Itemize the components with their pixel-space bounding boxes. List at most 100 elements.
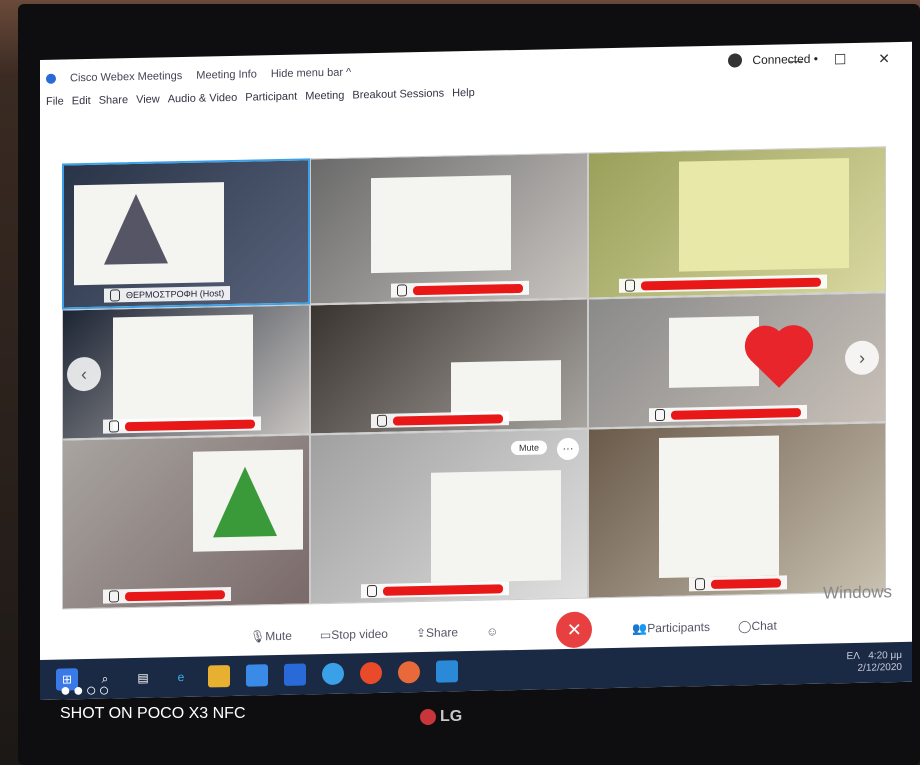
- chrome-icon[interactable]: [360, 661, 382, 685]
- redacted-name: [671, 407, 801, 420]
- mic-icon: [377, 414, 387, 427]
- leave-meeting-button[interactable]: ✕: [556, 611, 593, 649]
- drawing-paper: [431, 470, 561, 583]
- menu-file[interactable]: File: [46, 96, 64, 108]
- video-tile[interactable]: [62, 434, 310, 610]
- video-tile[interactable]: [588, 146, 886, 299]
- redacted-name: [711, 577, 781, 589]
- redacted-name: [383, 583, 503, 596]
- video-tile[interactable]: ‹: [62, 304, 310, 440]
- lg-logo: LG: [420, 708, 462, 726]
- redacted-name: [125, 589, 225, 601]
- participant-name-bar: [391, 280, 529, 298]
- next-page-arrow[interactable]: ›: [845, 340, 879, 376]
- redacted-name: [125, 418, 255, 431]
- menu-meeting[interactable]: Meeting: [305, 90, 344, 103]
- video-tile[interactable]: [310, 298, 588, 435]
- menu-bar: File Edit Share View Audio & Video Parti…: [46, 87, 483, 108]
- menu-share[interactable]: Share: [99, 94, 128, 107]
- redacted-name: [641, 277, 821, 290]
- window-controls[interactable]: — ☐ ✕: [788, 50, 904, 69]
- participant-name-bar: [689, 575, 787, 592]
- webex-logo-icon: [46, 73, 56, 84]
- photo-credit: SHOT ON POCO X3 NFC: [60, 705, 246, 722]
- menu-edit[interactable]: Edit: [72, 95, 91, 107]
- system-tray[interactable]: ΕΛ 4:20 μμ 2/12/2020: [847, 650, 902, 675]
- drawing-paper: [679, 158, 849, 272]
- mic-icon: [109, 420, 119, 433]
- mic-icon: [109, 590, 119, 603]
- store-icon[interactable]: [246, 664, 268, 687]
- drawing-paper: [371, 175, 511, 274]
- mute-button[interactable]: 🎙 Mute: [250, 629, 292, 644]
- tile-mute-button[interactable]: Mute: [510, 440, 547, 456]
- chat-bubble-icon: ◯: [738, 619, 752, 634]
- menu-audio-video[interactable]: Audio & Video: [168, 92, 238, 105]
- clock-time: 4:20 μμ: [868, 649, 902, 662]
- participant-name-bar: [103, 586, 231, 604]
- clock-date: 2/12/2020: [857, 661, 903, 674]
- windows-watermark: Windows: [823, 582, 892, 603]
- chat-label: Chat: [751, 618, 777, 634]
- app-icon[interactable]: [436, 660, 458, 683]
- smiley-icon: ☺: [486, 624, 499, 639]
- app-title: Cisco Webex Meetings: [70, 70, 183, 85]
- mic-icon: [695, 578, 705, 591]
- participant-name-bar: [361, 581, 509, 599]
- participant-name-bar: [371, 411, 509, 429]
- drawn-tree: [104, 193, 168, 265]
- video-grid: ΘΕΡΜΟΣΤΡΟΦΗ (Host) ‹ › Mute ···: [62, 146, 886, 610]
- firefox-icon[interactable]: [398, 661, 420, 684]
- prev-page-arrow[interactable]: ‹: [67, 356, 101, 392]
- video-tile[interactable]: Mute ···: [310, 428, 588, 605]
- mute-label: Mute: [265, 628, 292, 644]
- webex-taskbar-icon[interactable]: [322, 662, 344, 686]
- photo-watermark: ●●○○ SHOT ON POCO X3 NFC: [60, 680, 246, 723]
- mic-icon: [625, 279, 635, 292]
- mail-icon[interactable]: [284, 663, 306, 686]
- menu-breakout[interactable]: Breakout Sessions: [352, 88, 444, 102]
- participant-name-bar: [619, 274, 827, 293]
- heart-reaction-icon: [750, 331, 808, 388]
- language-indicator: ΕΛ: [846, 650, 860, 663]
- hide-menu-button[interactable]: Hide menu bar ^: [271, 66, 351, 80]
- meeting-info-button[interactable]: Meeting Info: [196, 68, 257, 81]
- webex-screen: Cisco Webex Meetings Meeting Info Hide m…: [40, 41, 912, 701]
- redacted-name: [393, 413, 503, 426]
- menu-help[interactable]: Help: [452, 87, 475, 99]
- mic-icon: [397, 284, 407, 297]
- menu-participant[interactable]: Participant: [245, 91, 297, 104]
- drawing-paper: [113, 314, 253, 430]
- mic-icon: [367, 584, 377, 598]
- video-tile[interactable]: [310, 152, 588, 305]
- participants-button[interactable]: 👥 Participants: [632, 620, 710, 636]
- stop-video-label: Stop video: [331, 626, 388, 642]
- video-tile[interactable]: [588, 422, 886, 599]
- video-tile[interactable]: ›: [588, 292, 886, 429]
- share-label: Share: [426, 625, 459, 640]
- participants-label: Participants: [647, 619, 710, 636]
- mic-icon: [110, 289, 120, 302]
- camera-icon: ▭: [319, 627, 332, 643]
- reactions-button[interactable]: ☺: [486, 624, 498, 638]
- chat-button[interactable]: ◯ Chat: [738, 619, 777, 634]
- mic-icon: 🎙: [250, 629, 266, 644]
- lg-logo-icon: [420, 708, 436, 725]
- drawing-paper: [659, 435, 779, 579]
- participant-name: ΘΕΡΜΟΣΤΡΟΦΗ (Host): [126, 288, 225, 301]
- participant-name-bar: ΘΕΡΜΟΣΤΡΟΦΗ (Host): [104, 286, 231, 303]
- stop-video-button[interactable]: ▭ Stop video: [320, 627, 388, 642]
- more-options-icon[interactable]: ···: [557, 437, 579, 461]
- watermark-dots: ●●○○: [60, 680, 112, 700]
- drawn-tree: [213, 466, 277, 538]
- participant-name-bar: [103, 416, 261, 434]
- menu-view[interactable]: View: [136, 93, 160, 105]
- share-icon: ⇪: [415, 625, 427, 641]
- people-icon: 👥: [632, 621, 648, 636]
- mic-icon: [655, 408, 665, 422]
- video-tile-host[interactable]: ΘΕΡΜΟΣΤΡΟΦΗ (Host): [62, 158, 310, 310]
- participant-name-bar: [649, 404, 807, 423]
- share-button[interactable]: ⇪ Share: [416, 625, 458, 640]
- connection-icon: [728, 53, 743, 68]
- redacted-name: [413, 283, 523, 295]
